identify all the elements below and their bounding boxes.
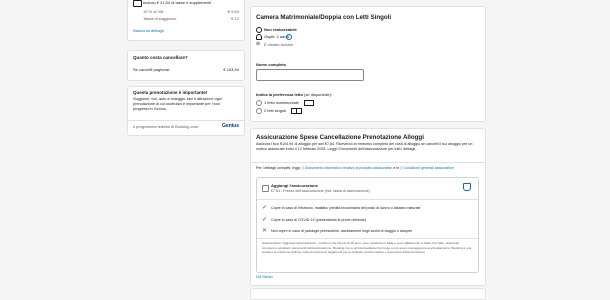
guests-icon xyxy=(256,34,262,40)
insurance-intro: Assicura i tuoi €104,94 di alloggio per … xyxy=(256,142,473,151)
insurance-option-card: Aggiungi l'assicurazione €7,64 - Prezzo … xyxy=(256,177,479,273)
non-refundable-label: Non rimborsabile xyxy=(264,27,297,32)
fullname-label: Nome completo xyxy=(256,62,287,67)
hide-details-link[interactable]: Nascondi dettagli xyxy=(133,28,164,33)
genius-footer: Il programma fedeltà di Booking.com xyxy=(133,124,199,129)
add-insurance-label: Aggiungi l'assicurazione xyxy=(271,183,318,188)
bed-option-radio[interactable] xyxy=(256,108,262,114)
fullname-input[interactable] xyxy=(256,69,364,81)
vat-label: 10 % di IVA xyxy=(143,9,164,14)
cancel-cost-title: Quanto costa cancellare? xyxy=(133,55,188,60)
check-icon: ✓ xyxy=(262,217,268,223)
bed-pref-label: Indica la preferenza letto xyxy=(256,92,303,97)
included-taxes-label: Incluso € 21,54 di tasse e supplementi xyxy=(143,0,212,5)
insurance-price: €7,64 - Prezzo dell'assicurazione (incl.… xyxy=(271,189,370,193)
info-icon[interactable] xyxy=(286,34,292,40)
money-icon xyxy=(133,0,142,7)
bed-option-radio[interactable] xyxy=(256,100,262,106)
genius-title: Questa prenotazione è importante! xyxy=(133,90,208,95)
insurance-title: Assicurazione Spese Cancellazione Prenot… xyxy=(256,134,424,141)
bed-option-label: 1 letto matrimoniale xyxy=(264,100,299,105)
product-info-link[interactable]: Documento informativo relativo al prodot… xyxy=(305,166,393,170)
no-smoking-label: È vietato fumare xyxy=(264,42,294,47)
genius-logo: Genius xyxy=(222,123,239,129)
tourist-tax-value: € 12 xyxy=(231,16,239,21)
document-icon: ▯ xyxy=(301,166,304,170)
tourist-tax-label: Tassa di soggiorno xyxy=(143,16,177,21)
shield-icon xyxy=(463,183,471,191)
not-covered-item: Non copre in caso di patologie preesiste… xyxy=(271,229,413,233)
insurance-disclaimer: Selezionando "Aggiungi l'assicurazione",… xyxy=(262,241,472,254)
room-title: Camera Matrimoniale/Doppia con Letti Sin… xyxy=(256,14,392,21)
genius-text: Soggiorni, voli, auto a noleggio, taxi e… xyxy=(133,97,222,111)
cancellation-cost-box: Quanto costa cancellare? Se cancelli pag… xyxy=(127,50,245,81)
divider xyxy=(257,238,478,239)
powered-by: Dif Genio xyxy=(256,274,273,279)
vat-value: € 9,54 xyxy=(227,9,239,14)
insurance-panel: Assicurazione Spese Cancellazione Prenot… xyxy=(250,128,486,286)
non-refundable-icon xyxy=(256,27,262,33)
coverage-item: Copre in caso di COVID-19 (presentando l… xyxy=(271,218,367,222)
general-conditions-link[interactable]: Condizioni generali assicurative xyxy=(403,166,454,170)
add-insurance-checkbox[interactable] xyxy=(262,185,269,192)
single-bed-icon xyxy=(296,108,302,114)
coverage-item: Copre in caso di infortunio, malattia, p… xyxy=(271,206,421,210)
close-icon: ✕ xyxy=(262,228,268,234)
genius-box: Questa prenotazione è importante! Soggio… xyxy=(127,86,245,136)
docs-and: e le xyxy=(393,166,400,170)
docs-prefix: Per i dettagli completi, leggi: xyxy=(256,166,301,170)
room-details-panel: Camera Matrimoniale/Doppia con Letti Sin… xyxy=(250,6,486,122)
divider xyxy=(251,162,485,163)
next-panel xyxy=(250,288,486,300)
divider xyxy=(128,120,244,121)
document-icon: ▯ xyxy=(400,166,403,170)
bed-option-label: 2 letti singoli xyxy=(264,108,287,113)
check-icon: ✓ xyxy=(262,205,268,211)
double-bed-icon xyxy=(304,100,314,106)
if-cancel-label: Se cancelli pagherai: xyxy=(133,67,171,72)
if-cancel-value: € 104,94 xyxy=(223,67,239,72)
divider xyxy=(257,199,478,200)
no-smoking-icon: ⊘ xyxy=(256,41,261,47)
price-breakdown-box: Incluso € 21,54 di tasse e supplementi 1… xyxy=(127,0,245,41)
bed-pref-note: (se disponibile): xyxy=(304,92,333,97)
